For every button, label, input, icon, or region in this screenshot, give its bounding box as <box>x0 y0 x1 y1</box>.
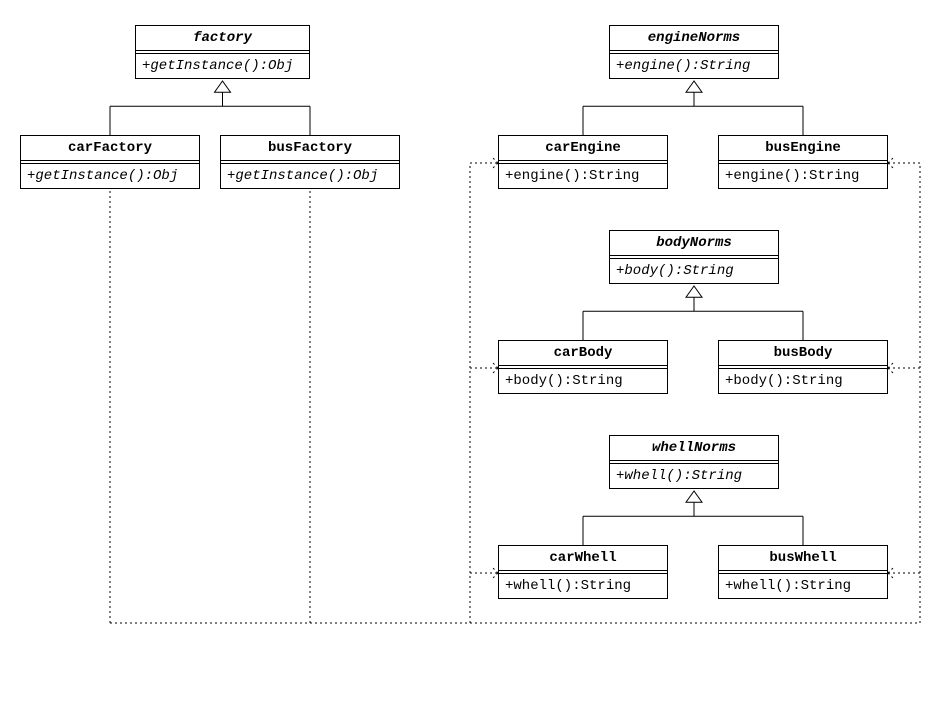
class-method: +engine():String <box>610 54 778 78</box>
class-carEngine: carEngine +engine():String <box>498 135 668 189</box>
class-method: +engine():String <box>719 164 887 188</box>
class-title: engineNorms <box>610 26 778 51</box>
class-title: carEngine <box>499 136 667 161</box>
class-title: factory <box>136 26 309 51</box>
class-factory: factory +getInstance():Obj <box>135 25 310 79</box>
class-bodyNorms: bodyNorms +body():String <box>609 230 779 284</box>
class-busEngine: busEngine +engine():String <box>718 135 888 189</box>
class-title: bodyNorms <box>610 231 778 256</box>
class-carFactory: carFactory +getInstance():Obj <box>20 135 200 189</box>
class-busBody: busBody +body():String <box>718 340 888 394</box>
class-title: busFactory <box>221 136 399 161</box>
class-title: busBody <box>719 341 887 366</box>
class-title: whellNorms <box>610 436 778 461</box>
class-title: busEngine <box>719 136 887 161</box>
class-method: +whell():String <box>610 464 778 488</box>
class-title: carBody <box>499 341 667 366</box>
uml-canvas: factory +getInstance():Obj carFactory +getI… <box>0 0 942 711</box>
class-whellNorms: whellNorms +whell():String <box>609 435 779 489</box>
class-method: +getInstance():Obj <box>136 54 309 78</box>
class-carBody: carBody +body():String <box>498 340 668 394</box>
class-method: +engine():String <box>499 164 667 188</box>
class-title: busWhell <box>719 546 887 571</box>
class-engineNorms: engineNorms +engine():String <box>609 25 779 79</box>
class-carWhell: carWhell +whell():String <box>498 545 668 599</box>
class-method: +body():String <box>719 369 887 393</box>
class-method: +whell():String <box>499 574 667 598</box>
class-method: +whell():String <box>719 574 887 598</box>
class-method: +getInstance():Obj <box>21 164 199 188</box>
class-title: carWhell <box>499 546 667 571</box>
class-busWhell: busWhell +whell():String <box>718 545 888 599</box>
class-title: carFactory <box>21 136 199 161</box>
class-method: +getInstance():Obj <box>221 164 399 188</box>
class-method: +body():String <box>499 369 667 393</box>
class-method: +body():String <box>610 259 778 283</box>
class-busFactory: busFactory +getInstance():Obj <box>220 135 400 189</box>
